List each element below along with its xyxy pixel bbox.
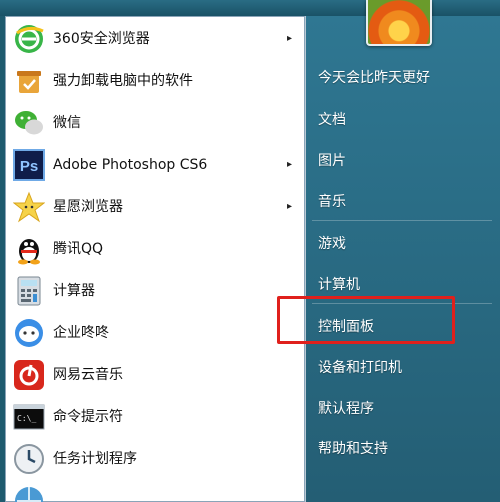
program-label: 企业咚咚	[53, 325, 109, 341]
wechat-icon	[15, 111, 43, 135]
dongdong-icon	[15, 319, 43, 347]
program-label: 计算器	[53, 283, 95, 299]
globe-icon	[15, 487, 43, 502]
program-item-dongdong[interactable]: 企业咚咚	[5, 312, 305, 354]
program-label: 强力卸载电脑中的软件	[53, 73, 193, 89]
link-help-support[interactable]: 帮助和支持	[318, 439, 388, 459]
360-browser-icon	[15, 25, 44, 53]
calculator-icon	[17, 276, 41, 306]
program-item-star-browser[interactable]: 星愿浏览器 ▸	[5, 186, 305, 228]
program-label: 命令提示符	[53, 409, 123, 425]
program-item-calculator[interactable]: 计算器	[5, 270, 305, 312]
task-scheduler-icon	[14, 444, 44, 474]
submenu-arrow-icon: ▸	[287, 33, 293, 44]
netease-music-icon	[14, 360, 44, 390]
program-label: 腾讯QQ	[53, 241, 104, 257]
separator	[312, 220, 492, 221]
qq-icon	[18, 239, 40, 265]
program-item-uninstall[interactable]: 强力卸载电脑中的软件	[5, 60, 305, 102]
program-item-qq[interactable]: 腾讯QQ	[5, 228, 305, 270]
program-label: 网易云音乐	[53, 367, 123, 383]
program-item-cmd[interactable]: C:\_ 命令提示符	[5, 396, 305, 438]
star-browser-icon	[13, 191, 45, 223]
link-games[interactable]: 游戏	[318, 234, 346, 254]
link-today-better[interactable]: 今天会比昨天更好	[318, 68, 430, 88]
program-item-wechat[interactable]: 微信	[5, 102, 305, 144]
submenu-arrow-icon: ▸	[287, 159, 293, 170]
user-avatar[interactable]	[366, 0, 432, 46]
link-default-programs[interactable]: 默认程序	[318, 399, 374, 419]
link-computer[interactable]: 计算机	[318, 275, 360, 295]
photoshop-icon: Ps	[13, 149, 45, 181]
svg-text:Ps: Ps	[20, 158, 38, 175]
svg-text:C:\_: C:\_	[17, 414, 36, 423]
link-devices-printers[interactable]: 设备和打印机	[318, 358, 402, 378]
uninstall-icon	[17, 71, 41, 93]
program-label: 任务计划程序	[53, 451, 137, 467]
link-documents[interactable]: 文档	[318, 110, 346, 130]
program-item-photoshop[interactable]: Ps Adobe Photoshop CS6 ▸	[5, 144, 305, 186]
link-pictures[interactable]: 图片	[318, 151, 346, 171]
cmd-icon: C:\_	[13, 404, 45, 430]
program-list: 360安全浏览器 ▸ 强力卸载电脑中的软件 微信 Ps Adobe Photos…	[5, 16, 306, 502]
program-item-task-scheduler[interactable]: 任务计划程序	[5, 438, 305, 480]
program-item-partial[interactable]	[5, 480, 305, 502]
control-panel-highlight-box	[277, 296, 455, 344]
submenu-arrow-icon: ▸	[287, 201, 293, 212]
program-label: 微信	[53, 115, 81, 131]
program-label: Adobe Photoshop CS6	[53, 157, 208, 173]
program-label: 360安全浏览器	[53, 31, 150, 47]
program-item-360-browser[interactable]: 360安全浏览器 ▸	[5, 18, 305, 60]
program-item-netease-music[interactable]: 网易云音乐	[5, 354, 305, 396]
link-music[interactable]: 音乐	[318, 192, 346, 212]
right-pane	[306, 16, 500, 502]
program-label: 星愿浏览器	[53, 199, 123, 215]
